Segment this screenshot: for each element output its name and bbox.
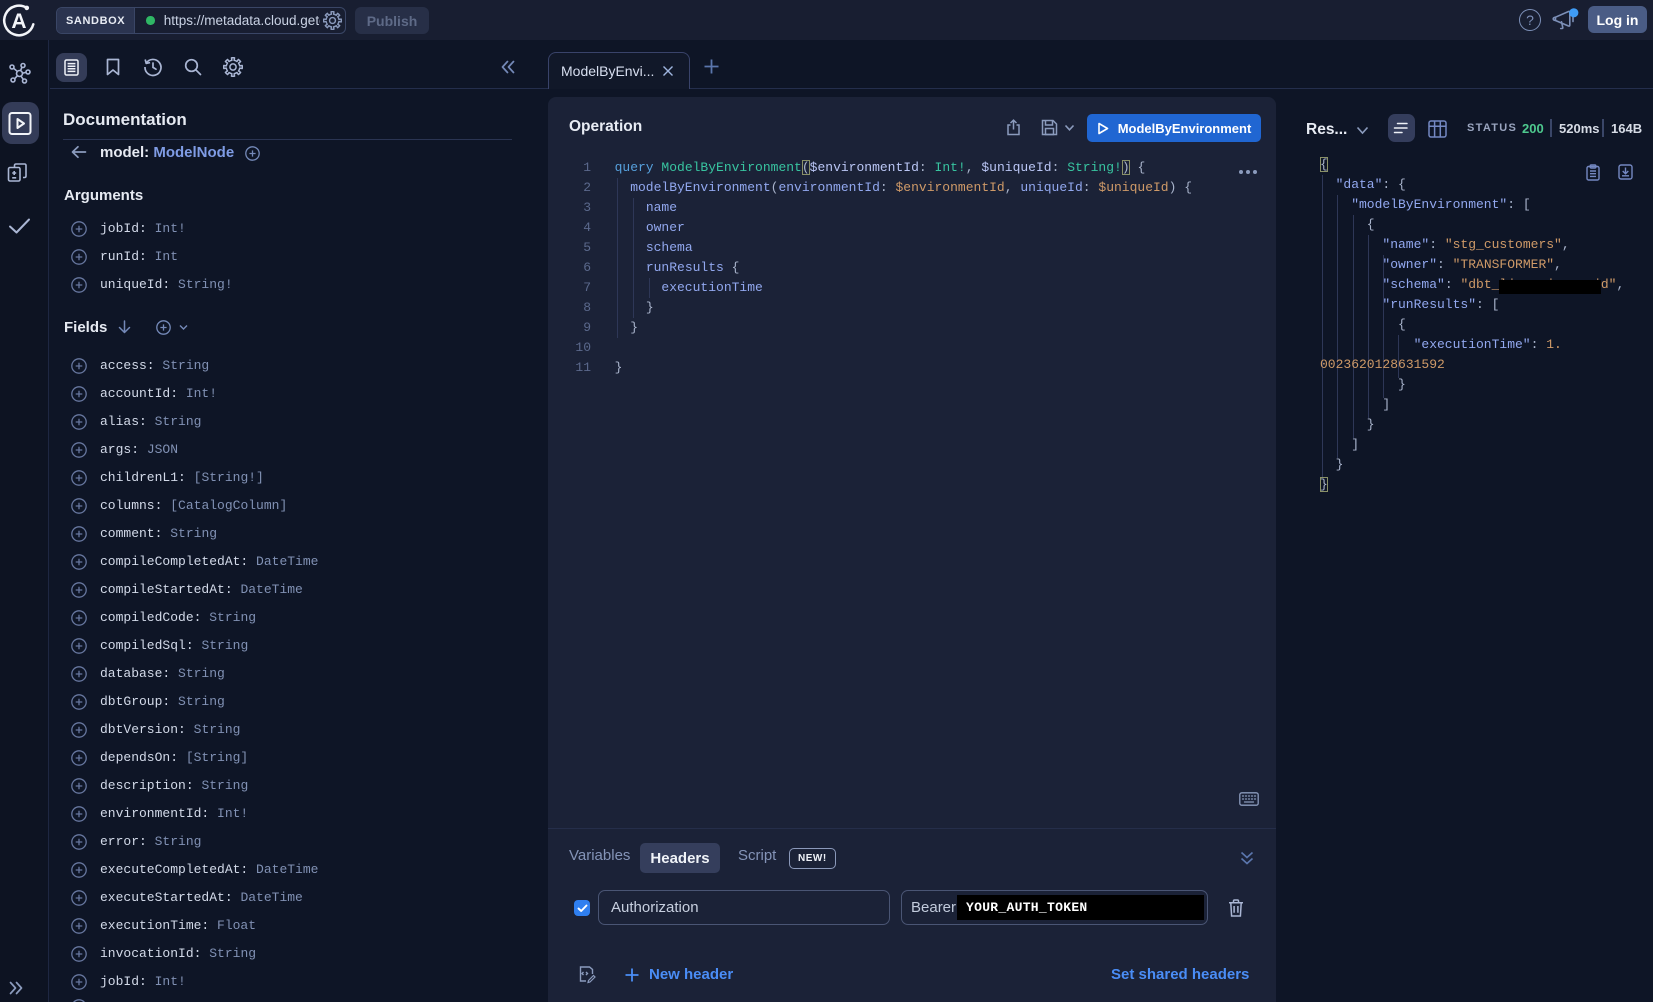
- svg-text:A: A: [11, 10, 26, 33]
